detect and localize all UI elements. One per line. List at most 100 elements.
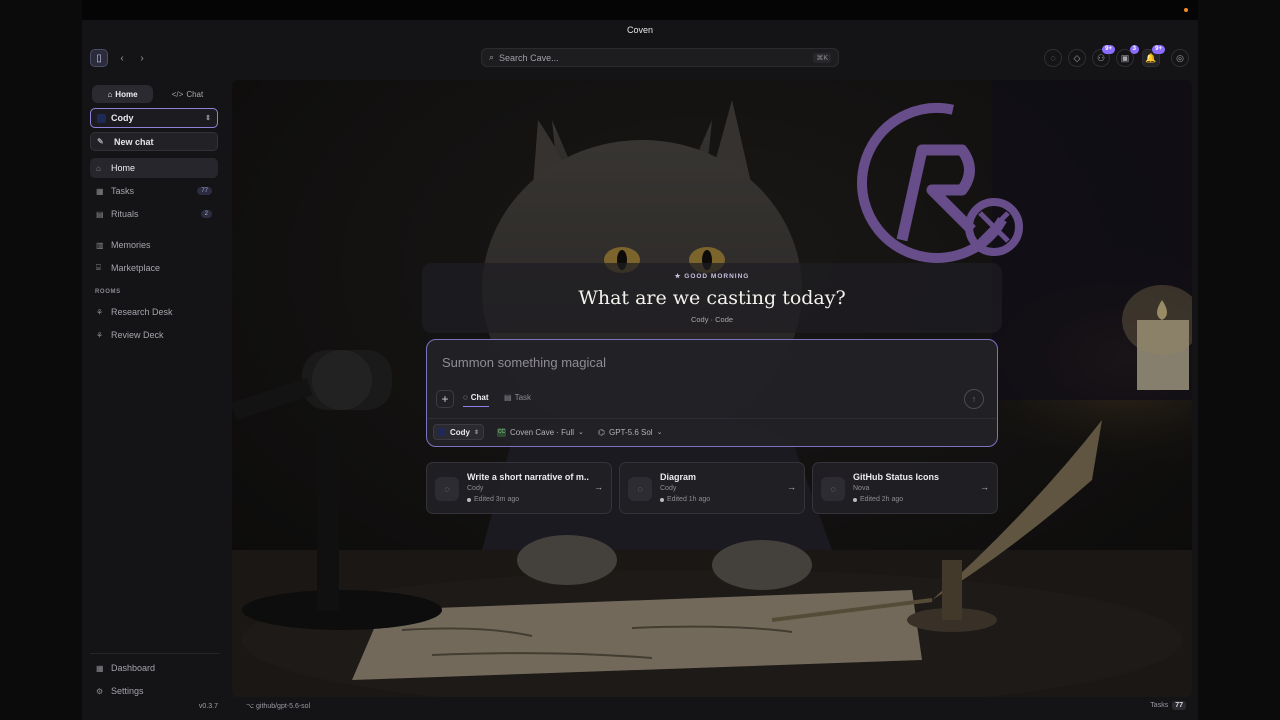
dashboard-icon: ▦ [96,663,104,673]
rituals-count: 2 [200,210,212,218]
task-icon: ▤ [504,393,512,402]
recent-edited: Edited 1h ago [667,496,711,503]
composer-divider [427,418,997,419]
forward-icon[interactable]: › [133,49,151,67]
agent-select[interactable]: Cody ⇕ [90,108,218,128]
recent-card[interactable]: ◌ Write a short narrative of m... Cody E… [426,462,612,514]
composer-input[interactable]: Summon something magical [442,355,606,370]
room-label: Review Deck [111,330,164,340]
arrow-right-icon: → [980,482,989,492]
branch-label: github/gpt-5.6-sol [256,703,311,710]
recent-card[interactable]: ◌ Diagram Cody Edited 1h ago → [619,462,805,514]
app-version: v0.3.7 [198,703,218,710]
sidebar-item-rituals[interactable]: ▤ Rituals 2 [90,204,218,224]
tag-icon[interactable]: ◇ [1068,49,1086,67]
marketplace-icon: ⌸ [96,263,101,272]
sidebar-item-memories[interactable]: ▥ Memories [90,235,218,255]
sidebar-item-home[interactable]: ⌂ Home [90,158,218,178]
recent-meta: Edited 1h ago [660,496,710,503]
room-research-desk[interactable]: ⚘ Research Desk [90,302,218,322]
agent-name: Cody [111,113,134,123]
mode-task[interactable]: ▤ Task [504,393,531,402]
recent-author: Cody [660,485,677,492]
tasks-status-label: Tasks [1150,702,1169,709]
compose-icon: ✎ [97,137,104,146]
room-icon: ⚘ [96,307,104,317]
chat-bubble-icon: ◌ [628,477,652,501]
chevron-updown-icon: ⇕ [205,115,211,122]
status-dot [853,497,857,502]
back-icon[interactable]: ‹ [113,49,131,67]
status-dot [1184,8,1188,12]
sidebar-toggle-icon[interactable]: ▯ [90,49,108,67]
attach-button[interactable]: + [436,390,454,408]
gear-icon: ⚙ [96,686,104,696]
room-icon: ⚘ [96,330,104,340]
search-bar[interactable]: ⌕ Search Cave... ⌘K [481,48,839,67]
arrow-right-icon: → [594,482,603,492]
mode-chat[interactable]: ◌ Chat [463,393,489,407]
sidebar-item-label: Rituals [111,209,139,219]
rituals-icon: ▤ [96,209,104,219]
room-label: Research Desk [111,307,173,317]
page-subtitle: Cody · Code [690,315,734,324]
new-chat-button[interactable]: ✎ New chat [90,132,218,151]
sidebar-item-dashboard[interactable]: ▦ Dashboard [90,658,218,678]
messages-icon[interactable]: ◎ [1171,49,1189,67]
status-bar: ⌥ github/gpt-5.6-sol Tasks 77 [232,699,1192,715]
chevron-down-icon: ⌄ [578,429,584,436]
memories-icon: ▥ [96,240,104,250]
tasks-count: 77 [197,187,212,195]
sidebar-item-label: Home [111,163,136,173]
home-icon: ⌂ [96,163,101,173]
search-icon: ⌕ [489,52,495,62]
model-label: GPT-5.6 Sol [608,427,653,437]
chat-bubble-icon: ◌ [821,477,845,501]
inbox-badge: 3 [1129,45,1139,54]
recent-author: Nova [853,485,870,492]
status-dot [660,497,664,502]
sidebar-item-label: Tasks [111,186,135,196]
agents-badge: 9+ [1102,45,1115,54]
composer-agent-select[interactable]: Cody ⇕ [433,424,485,440]
switch-home[interactable]: ⌂ Home [92,85,153,103]
tasks-icon: ▦ [96,186,104,196]
workspace-label: Coven Cave · Full [510,427,575,437]
page-title: What are we casting today? [578,287,846,309]
recent-card[interactable]: ◌ GitHub Status Icons Nova Edited 2h ago… [812,462,998,514]
rooms-header: ROOMS [95,289,121,295]
agent-avatar [97,113,106,123]
chevron-updown-icon: ⇕ [474,429,480,436]
inbox-icon[interactable]: ▣ 3 [1116,45,1139,67]
sidebar-item-tasks[interactable]: ▦ Tasks 77 [90,181,218,201]
switch-chat[interactable]: </> Chat [157,85,218,103]
agents-icon[interactable]: ⚇ 9+ [1092,45,1115,67]
chevron-down-icon: ⌄ [656,429,663,436]
send-button[interactable]: ↑ [964,389,984,409]
greeting: ★ GOOD MORNING [674,273,750,280]
branch-info[interactable]: ⌥ github/gpt-5.6-sol [246,702,310,710]
chat-bubble-icon: ◌ [435,477,459,501]
sidebar-item-settings[interactable]: ⚙ Settings [90,681,218,701]
sidebar-item-label: Memories [111,240,151,250]
tasks-status[interactable]: Tasks 77 [1150,701,1186,710]
chat-bubble-icon[interactable]: ◌ [1044,49,1062,67]
switch-home-label: Home [115,89,138,99]
sidebar-item-marketplace[interactable]: ⌸ Marketplace [90,258,218,278]
room-review-deck[interactable]: ⚘ Review Deck [90,325,218,345]
status-dot [467,497,471,502]
branch-icon: ⌥ [246,703,255,710]
recent-edited: Edited 3m ago [474,496,520,503]
sidebar-item-label: Settings [111,686,144,696]
recent-title: Write a short narrative of m... [467,472,589,482]
code-icon: </> [171,89,184,99]
bell-icon[interactable]: 🔔 9+ [1142,45,1165,67]
sidebar: ⌂ Home </> Chat Cody ⇕ ✎ New chat ⌂ Home ▦ T… [82,80,230,720]
toolbar: ▯ ‹ › ⌕ Search Cave... ⌘K ◌ ◇ ⚇ 9+ ▣ 3 🔔 9+… [82,44,1198,72]
sidebar-item-label: Dashboard [111,663,156,673]
workspace-select[interactable]: CC Coven Cave · Full ⌄ [493,424,588,440]
window-title: Coven [626,25,653,35]
composer[interactable]: Summon something magical + ◌ Chat ▤ Task ↑… [426,339,998,447]
model-select[interactable]: ⌬ GPT-5.6 Sol ⌄ [594,424,666,440]
arrow-right-icon: → [787,482,796,492]
